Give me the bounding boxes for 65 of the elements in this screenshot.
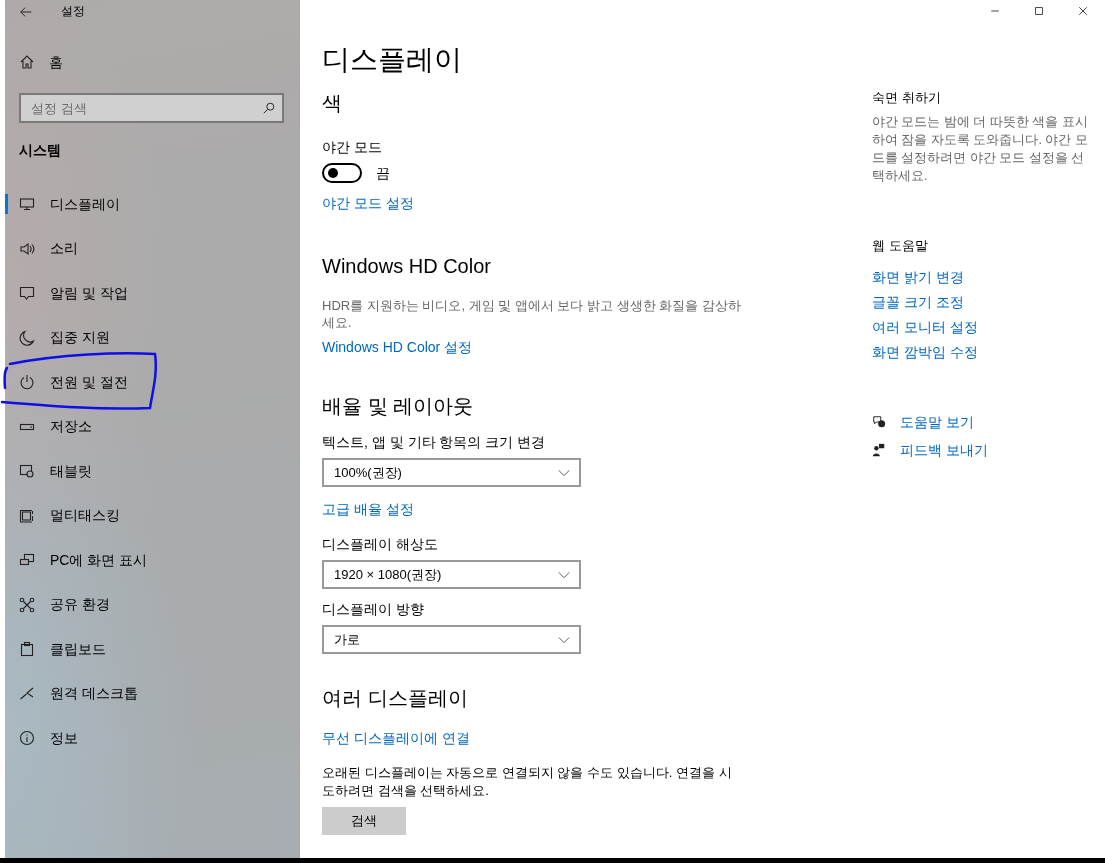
dropdown[interactable]: 1920 × 1080(권장) — [322, 560, 581, 589]
setting-label: 텍스트, 앱 및 기타 항목의 크기 변경 — [322, 433, 547, 452]
setting-label: 야간 모드 — [322, 138, 383, 157]
crescent-moon-icon — [19, 329, 35, 346]
toggle-switch[interactable] — [322, 163, 362, 183]
tablet-touch-icon — [19, 463, 35, 480]
dropdown[interactable]: 100%(권장) — [322, 458, 581, 487]
multitasking-icon — [19, 507, 35, 524]
section-heading: Windows HD Color — [322, 254, 492, 279]
feedback-person-icon — [872, 443, 886, 457]
close-icon — [1077, 5, 1089, 17]
toggle-state: 끔 — [376, 164, 390, 183]
setting-label: 디스플레이 방향 — [322, 600, 425, 619]
dropdown[interactable]: 가로 — [322, 625, 581, 654]
info-icon — [19, 730, 35, 747]
sidebar-item[interactable]: 디스플레이 — [5, 182, 300, 227]
speaker-icon — [19, 240, 35, 257]
speech-bubble-icon — [19, 285, 35, 302]
maximize-icon — [1033, 5, 1045, 17]
display-icon — [19, 196, 35, 213]
sidebar-item[interactable]: 멀티태스킹 — [5, 493, 300, 538]
link[interactable]: Windows HD Color 설정 — [322, 337, 473, 357]
link[interactable]: 고급 배율 설정 — [322, 499, 414, 519]
help-link[interactable]: 도움말 보기 — [900, 412, 974, 432]
back-arrow-icon — [19, 4, 33, 19]
sidebar-item[interactable]: PC에 화면 표시 — [5, 538, 300, 583]
share-icon — [19, 596, 35, 613]
sidebar-item[interactable]: 원격 데스크톱 — [5, 671, 300, 716]
link[interactable]: 무선 디스플레이에 연결 — [322, 728, 470, 748]
sidebar-item[interactable]: 소리 — [5, 226, 300, 271]
search-icon — [262, 101, 276, 115]
section-heading: 시스템 — [18, 141, 62, 160]
description: 야간 모드는 밤에 더 따뜻한 색을 표시하여 잠을 자도록 도와줍니다. 야간 모드를 설정하려면 야간 모드 설정을 선택하세요. — [872, 114, 1089, 185]
sidebar-heading: 웹 도움말 — [872, 237, 929, 255]
sidebar-item[interactable]: 집중 지원 — [5, 315, 300, 360]
section-heading: 여러 디스플레이 — [322, 686, 469, 711]
clipboard-icon — [19, 641, 35, 658]
sidebar-item[interactable]: 태블릿 — [5, 449, 300, 494]
power-icon — [19, 374, 35, 391]
search-button[interactable]: 검색 — [322, 807, 406, 835]
section-heading: 색 — [322, 91, 343, 116]
help-chat-icon — [872, 415, 886, 429]
home-icon — [19, 54, 35, 70]
sidebar-item[interactable]: 클립보드 — [5, 627, 300, 672]
help-link[interactable]: 여러 모니터 설정 — [872, 317, 1100, 337]
help-link[interactable]: 화면 밝기 변경 — [872, 267, 1100, 287]
help-link[interactable]: 글꼴 크기 조정 — [872, 292, 1100, 312]
search-field[interactable]: 설정 검색 — [19, 93, 284, 123]
sidebar-item[interactable]: 전원 및 절전 — [5, 360, 300, 405]
sidebar-item[interactable]: 저장소 — [5, 404, 300, 449]
page-title: 디스플레이 — [322, 43, 463, 77]
setting-label: 디스플레이 해상도 — [322, 535, 439, 554]
sidebar-heading: 숙면 취하기 — [872, 89, 942, 107]
home-link[interactable]: 홈 — [5, 22, 300, 73]
link[interactable]: 야간 모드 설정 — [322, 193, 414, 213]
description: 오래된 디스플레이는 자동으로 연결되지 않을 수도 있습니다. 연결을 시도하려면 검색을 선택하세요. — [322, 764, 732, 800]
sidebar-item[interactable]: 알림 및 작업 — [5, 271, 300, 316]
sidebar-item[interactable]: 정보 — [5, 716, 300, 761]
window-title: 설정 — [61, 3, 85, 20]
remote-desktop-icon — [19, 685, 35, 702]
help-link[interactable]: 화면 깜박임 수정 — [872, 342, 1100, 362]
section-heading: 배율 및 레이아웃 — [322, 394, 475, 419]
help-link[interactable]: 피드백 보내기 — [900, 440, 988, 460]
description: HDR를 지원하는 비디오, 게임 및 앱에서 보다 밝고 생생한 화질을 감상하세요. — [322, 297, 742, 331]
sidebar-item[interactable]: 공유 환경 — [5, 582, 300, 627]
